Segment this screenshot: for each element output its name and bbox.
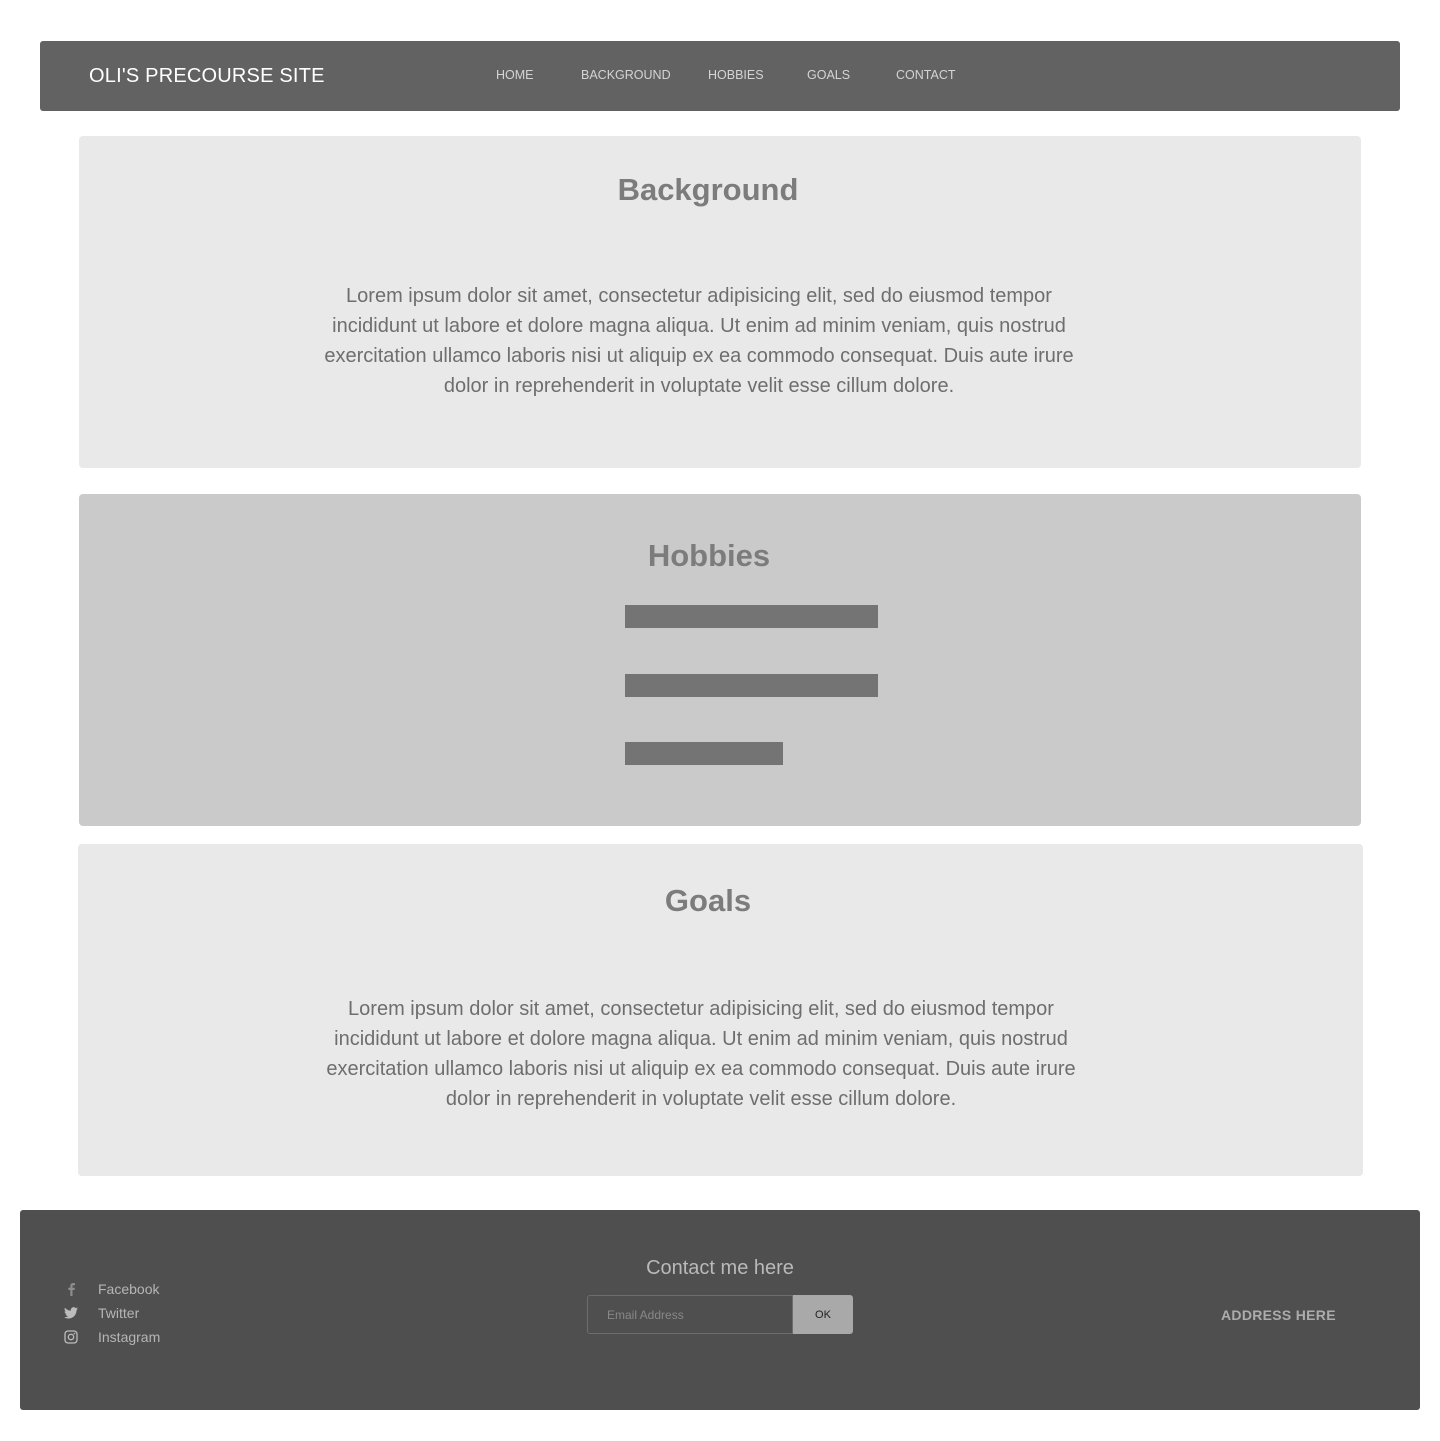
ok-button[interactable]: OK xyxy=(793,1295,853,1334)
nav-link-hobbies[interactable]: HOBBIES xyxy=(708,41,764,109)
goals-text: Lorem ipsum dolor sit amet, consectetur … xyxy=(326,998,1076,1110)
goals-title: Goals xyxy=(664,883,752,918)
social-link-facebook[interactable]: Facebook xyxy=(64,1277,160,1301)
hobby-item xyxy=(625,674,878,697)
nav-link-goals[interactable]: GOALS xyxy=(807,41,850,109)
hobby-item xyxy=(625,742,783,765)
background-section: Background Lorem ipsum dolor sit amet, c… xyxy=(79,136,1361,468)
social-link-twitter[interactable]: Twitter xyxy=(64,1301,160,1325)
contact-title: Contact me here xyxy=(646,1257,794,1279)
navbar: OLI'S PRECOURSE SITE HOME BACKGROUND HOB… xyxy=(40,41,1400,111)
social-label-facebook: Facebook xyxy=(98,1281,160,1297)
social-label-instagram: Instagram xyxy=(98,1329,161,1345)
hobbies-section: Hobbies xyxy=(79,494,1361,826)
email-field[interactable] xyxy=(587,1295,793,1334)
background-text: Lorem ipsum dolor sit amet, consectetur … xyxy=(324,285,1074,397)
background-title: Background xyxy=(617,172,799,207)
nav-link-contact[interactable]: CONTACT xyxy=(896,41,956,109)
facebook-icon xyxy=(64,1282,78,1296)
twitter-icon xyxy=(64,1306,78,1320)
social-links: Facebook Twitter Instagram xyxy=(64,1277,160,1349)
site-brand[interactable]: OLI'S PRECOURSE SITE xyxy=(89,41,325,111)
hobby-item xyxy=(625,605,878,628)
address-text: ADDRESS HERE xyxy=(1221,1307,1336,1323)
hobbies-title: Hobbies xyxy=(647,538,771,573)
instagram-icon xyxy=(64,1330,78,1344)
social-label-twitter: Twitter xyxy=(98,1305,140,1321)
social-link-instagram[interactable]: Instagram xyxy=(64,1325,160,1349)
footer: Facebook Twitter Instagram Contact me he… xyxy=(20,1210,1420,1410)
nav-link-background[interactable]: BACKGROUND xyxy=(581,41,671,109)
nav-link-home[interactable]: HOME xyxy=(496,41,534,109)
goals-section: Goals Lorem ipsum dolor sit amet, consec… xyxy=(78,844,1363,1176)
